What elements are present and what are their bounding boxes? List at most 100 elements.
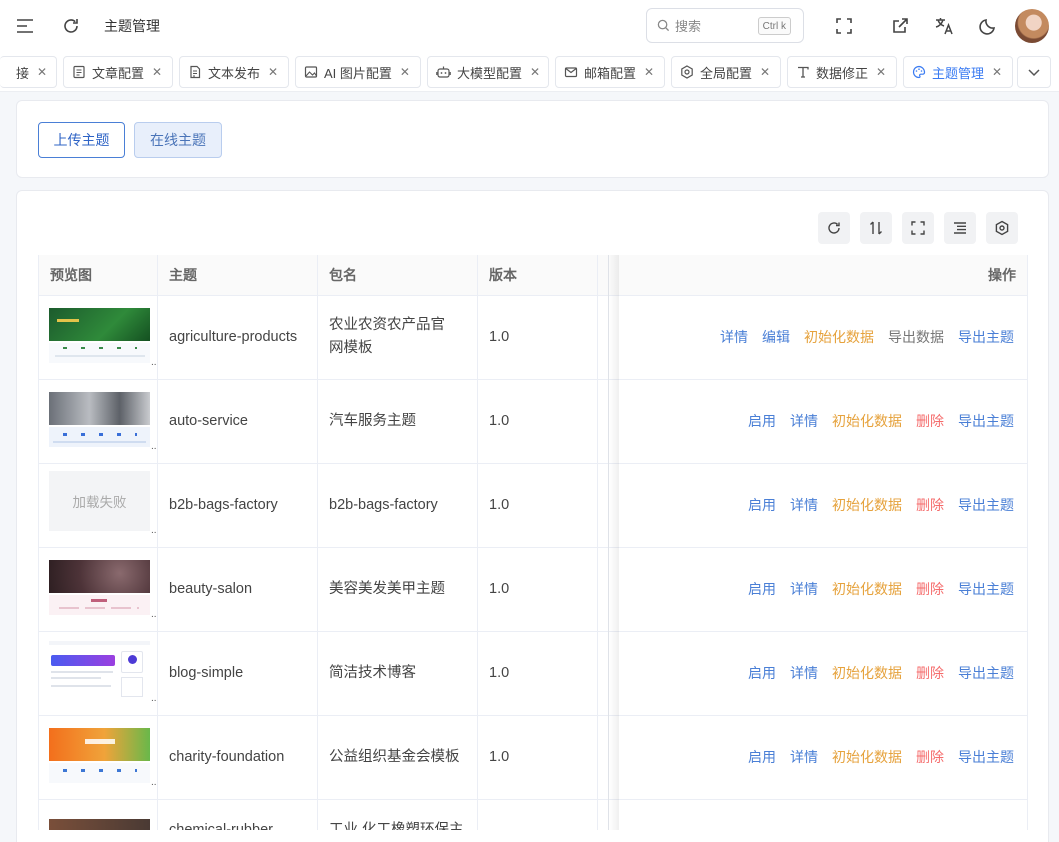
row-actions: 启用 详情 初始化数据 删除 导出主题	[748, 547, 1014, 631]
external-link-icon[interactable]	[886, 12, 914, 40]
tab-item[interactable]: 大模型配置 ✕	[427, 56, 549, 88]
enable-link[interactable]: 启用	[748, 663, 776, 683]
detail-link[interactable]: 详情	[790, 579, 818, 599]
export-theme-link[interactable]: 导出主题	[958, 495, 1014, 515]
theme-name: charity-foundation	[169, 748, 285, 765]
translate-icon[interactable]	[930, 12, 958, 40]
delete-link[interactable]: 删除	[916, 747, 944, 767]
tab-more-button[interactable]	[1017, 56, 1051, 88]
detail-link[interactable]: 详情	[790, 411, 818, 431]
close-icon[interactable]: ✕	[644, 65, 654, 79]
gear-icon	[681, 65, 693, 79]
package-name: 农业农资农产品官网模板	[329, 317, 445, 356]
refresh-icon[interactable]	[818, 212, 850, 244]
close-icon[interactable]: ✕	[268, 65, 278, 79]
init-data-link[interactable]: 初始化数据	[832, 495, 902, 515]
theme-preview-image[interactable]	[49, 557, 150, 615]
theme-preview-image[interactable]	[49, 389, 150, 447]
detail-link[interactable]: 详情	[790, 495, 818, 515]
search-input[interactable]: 搜索 Ctrl k	[646, 8, 804, 43]
tab-item[interactable]: 文章配置 ✕	[63, 56, 173, 88]
table-row: .. blog-simple 简洁技术博客 1.0 启用 详情 初始化数据 删除…	[38, 631, 1028, 715]
tab-item[interactable]: 邮箱配置 ✕	[555, 56, 665, 88]
init-data-link[interactable]: 初始化数据	[832, 747, 902, 767]
document-icon	[73, 65, 85, 79]
tab-label: 文章配置	[92, 65, 145, 81]
delete-link[interactable]: 删除	[916, 663, 944, 683]
export-theme-link[interactable]: 导出主题	[958, 579, 1014, 599]
theme-preview-image[interactable]	[49, 809, 150, 830]
init-data-link[interactable]: 初始化数据	[804, 327, 874, 347]
enable-link[interactable]: 启用	[748, 579, 776, 599]
table-row: .. charity-foundation 公益组织基金会模板 1.0 启用 详…	[38, 715, 1028, 799]
upload-theme-button[interactable]: 上传主题	[38, 122, 125, 158]
moon-icon[interactable]	[974, 12, 1002, 40]
theme-table: 预览图 主题 包名 版本 操作 .. agriculture-products …	[38, 255, 1028, 830]
close-icon[interactable]: ✕	[530, 65, 540, 79]
tab-label: 接	[16, 65, 30, 81]
close-icon[interactable]: ✕	[400, 65, 410, 79]
chevron-down-icon	[1028, 69, 1040, 77]
export-theme-link[interactable]: 导出主题	[958, 747, 1014, 767]
version: 1.0	[489, 580, 510, 597]
theme-name: beauty-salon	[169, 580, 253, 597]
close-icon[interactable]: ✕	[992, 65, 1002, 79]
sort-icon[interactable]	[860, 212, 892, 244]
close-icon[interactable]: ✕	[876, 65, 886, 79]
row-actions: 详情 编辑 初始化数据 导出数据 导出主题	[720, 295, 1014, 379]
page-title: 主题管理	[104, 18, 160, 34]
close-icon[interactable]: ✕	[760, 65, 770, 79]
close-icon[interactable]: ✕	[37, 65, 47, 79]
detail-link[interactable]: 详情	[790, 747, 818, 767]
ellipsis-icon: ..	[151, 609, 157, 620]
tab-label: 文本发布	[208, 65, 261, 81]
tab-item-active[interactable]: 主题管理 ✕	[903, 56, 1013, 88]
column-header-theme: 主题	[169, 267, 197, 283]
tab-item[interactable]: 文本发布 ✕	[179, 56, 289, 88]
delete-link[interactable]: 删除	[916, 411, 944, 431]
theme-preview-image[interactable]	[49, 305, 150, 363]
menu-icon[interactable]	[11, 12, 39, 40]
export-theme-link[interactable]: 导出主题	[958, 663, 1014, 683]
export-theme-link[interactable]: 导出主题	[958, 411, 1014, 431]
tab-item[interactable]: 数据修正 ✕	[787, 56, 897, 88]
theme-preview-image[interactable]	[49, 725, 150, 783]
detail-link[interactable]: 详情	[720, 327, 748, 347]
density-icon[interactable]	[944, 212, 976, 244]
enable-link[interactable]: 启用	[748, 411, 776, 431]
export-data-link[interactable]: 导出数据	[888, 327, 944, 347]
image-icon	[304, 66, 318, 78]
preview-load-failed: 加载失败	[49, 471, 150, 531]
fullscreen-icon[interactable]	[830, 12, 858, 40]
fullscreen-icon[interactable]	[902, 212, 934, 244]
tab-bar: 接 ✕ 文章配置 ✕ 文本发布 ✕ AI 图片配置 ✕ 大模型配置 ✕ 邮箱配置…	[0, 52, 1059, 92]
tab-label: 数据修正	[816, 65, 869, 81]
tab-item[interactable]: 接 ✕	[0, 56, 57, 88]
export-theme-link[interactable]: 导出主题	[958, 327, 1014, 347]
palette-icon	[912, 65, 926, 79]
tab-item[interactable]: 全局配置 ✕	[671, 56, 781, 88]
init-data-link[interactable]: 初始化数据	[832, 411, 902, 431]
column-header-package: 包名	[329, 267, 357, 283]
online-theme-button[interactable]: 在线主题	[134, 122, 222, 158]
enable-link[interactable]: 启用	[748, 747, 776, 767]
theme-preview-image[interactable]	[49, 641, 150, 699]
tab-label: 主题管理	[932, 65, 985, 81]
package-name: b2b-bags-factory	[329, 496, 438, 513]
settings-icon[interactable]	[986, 212, 1018, 244]
enable-link[interactable]: 启用	[748, 495, 776, 515]
tab-item[interactable]: AI 图片配置 ✕	[295, 56, 421, 88]
edit-link[interactable]: 编辑	[762, 327, 790, 347]
init-data-link[interactable]: 初始化数据	[832, 663, 902, 683]
detail-link[interactable]: 详情	[790, 663, 818, 683]
delete-link[interactable]: 删除	[916, 495, 944, 515]
avatar[interactable]	[1015, 9, 1049, 43]
row-actions: 启用 详情 初始化数据 删除 导出主题	[748, 631, 1014, 715]
refresh-icon[interactable]	[57, 12, 85, 40]
delete-link[interactable]: 删除	[916, 579, 944, 599]
theme-name: chemical-rubber	[169, 822, 273, 830]
ellipsis-icon: ..	[151, 441, 157, 452]
close-icon[interactable]: ✕	[152, 65, 162, 79]
init-data-link[interactable]: 初始化数据	[832, 579, 902, 599]
mail-icon	[564, 67, 578, 78]
